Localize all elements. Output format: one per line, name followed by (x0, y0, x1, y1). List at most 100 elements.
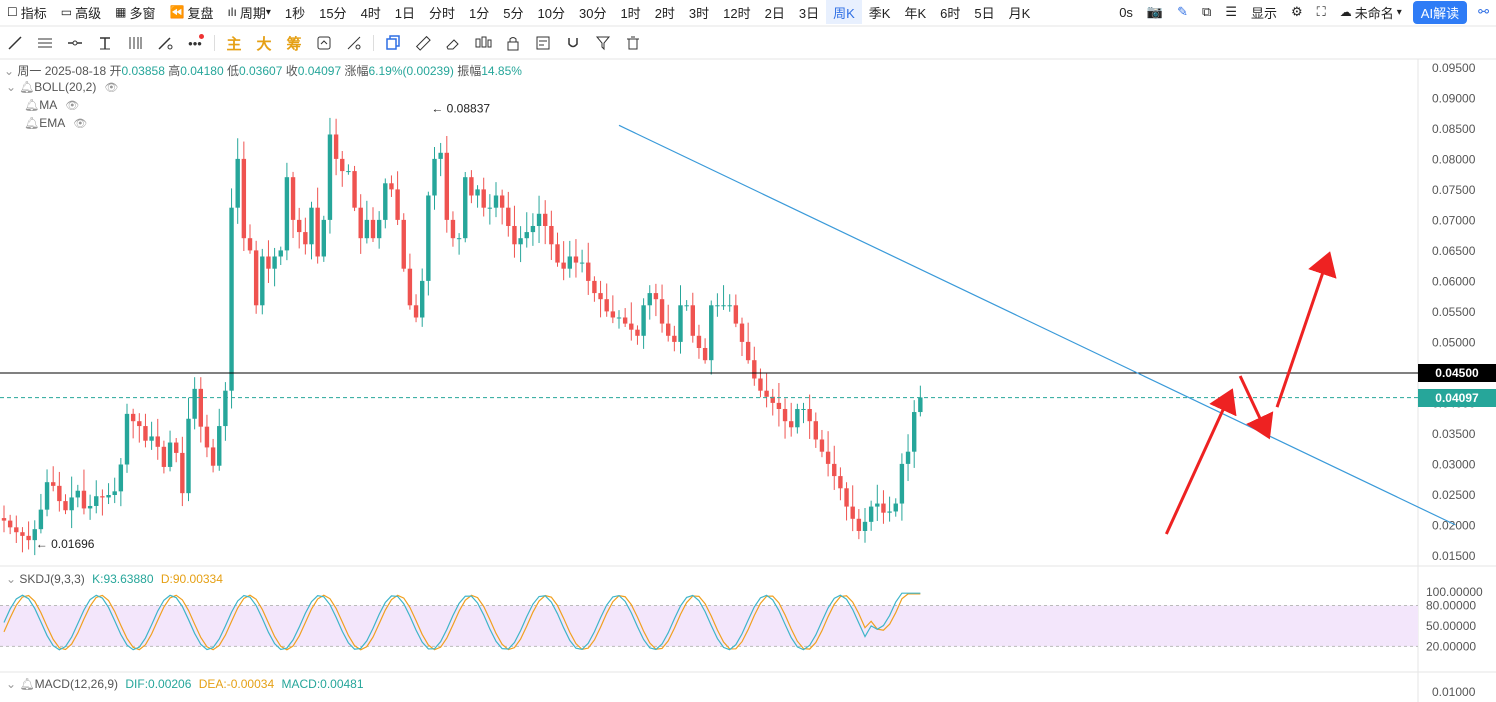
y-tick-label: 0.02500 (1432, 488, 1476, 502)
eye-icon[interactable]: 👁︎ (65, 99, 79, 112)
candle-body (303, 232, 308, 245)
y-tick-label: 0.07000 (1432, 214, 1476, 228)
candle-body (174, 442, 179, 453)
candle-body (567, 256, 572, 269)
macd-name: MACD(12,26,9) (34, 677, 119, 691)
y-tick-label: 0.02000 (1432, 519, 1476, 533)
collapse-icon[interactable]: ⌄ (4, 64, 14, 78)
candle-body (161, 446, 167, 467)
candle-body (346, 171, 351, 173)
candle-body (463, 177, 468, 239)
candle-body (7, 520, 13, 528)
candle-body (592, 280, 597, 294)
candle-body (167, 442, 173, 467)
high-value: 0.04180 (180, 64, 224, 78)
low-value: 0.03607 (238, 64, 283, 78)
indicator-boll[interactable]: ⌄ 🔔︎ BOLL(20,2) 👁︎ (6, 80, 118, 94)
indicator-ma[interactable]: 🔔︎ MA 👁︎ (24, 98, 79, 112)
candle-body (709, 305, 714, 361)
skdj-k-value: K:93.63880 (92, 572, 154, 586)
candle-body (315, 207, 320, 257)
indicator-name: EMA (39, 116, 66, 130)
candle-body (475, 189, 480, 196)
skdj-tick-label: 100.00000 (1426, 585, 1483, 599)
candle-body (666, 323, 671, 336)
candle-body (438, 152, 443, 159)
candle-body (186, 418, 191, 494)
y-tick-label: 0.01500 (1432, 549, 1476, 563)
y-tick-label: 0.06500 (1432, 244, 1476, 258)
candle-body (659, 299, 665, 324)
candle-body (210, 447, 216, 466)
collapse-icon[interactable]: ⌄ (6, 80, 16, 94)
collapse-icon[interactable]: ⌄ (6, 677, 16, 691)
candle-body (260, 256, 265, 306)
candle-body (340, 158, 345, 172)
skdj-tick-label: 80.00000 (1426, 598, 1476, 612)
candle-body (518, 238, 523, 245)
candle-body (629, 323, 634, 330)
collapse-icon[interactable]: ⌄ (6, 572, 16, 586)
candle-body (555, 244, 560, 263)
candle-body (149, 436, 154, 441)
bell-icon: 🔔︎ (19, 80, 35, 94)
candle-body (192, 388, 197, 419)
close-label: 收 (285, 64, 298, 78)
candle-body (309, 207, 314, 245)
candle-body (579, 262, 585, 264)
candle-body (512, 225, 517, 245)
candle-body (14, 527, 19, 533)
candle-body (493, 195, 499, 208)
candle-body (352, 171, 357, 208)
candle-body (63, 501, 68, 511)
candle-body (530, 225, 536, 233)
candle-body (702, 347, 708, 361)
bell-icon: 🔔︎ (19, 677, 35, 691)
candle-body (586, 262, 591, 281)
annotation-arrow (1164, 388, 1237, 535)
low-label: 低 (226, 64, 239, 78)
amplitude-label: 振幅 (457, 64, 482, 78)
candle-body (487, 207, 493, 209)
candle-body (395, 189, 400, 220)
candle-body (899, 463, 905, 504)
candle-body (389, 183, 394, 190)
candle-body (204, 426, 210, 448)
candle-body (795, 408, 800, 428)
candle-body (678, 305, 683, 342)
candle-body (832, 463, 837, 477)
y-tick-label: 0.05000 (1432, 336, 1476, 350)
candle-body (247, 238, 253, 251)
indicator-name: MA (39, 98, 58, 112)
eye-icon[interactable]: 👁︎ (104, 81, 118, 94)
candle-body (235, 158, 240, 208)
candle-body (81, 490, 87, 509)
eye-icon[interactable]: 👁︎ (73, 117, 87, 130)
bell-icon: 🔔︎ (24, 116, 40, 130)
candle-body (776, 402, 782, 409)
candle-body (696, 335, 702, 348)
hline-price-tag: 0.04500 (1418, 364, 1496, 382)
candle-body (653, 293, 659, 300)
candle-body (598, 293, 603, 300)
candle-body (499, 195, 505, 208)
open-value: 0.03858 (121, 64, 165, 78)
candle-body (364, 219, 370, 239)
candle-body (893, 503, 898, 512)
candle-body (290, 177, 296, 220)
indicator-ema[interactable]: 🔔︎ EMA 👁︎ (24, 116, 87, 130)
skdj-tick-label: 20.00000 (1426, 639, 1476, 653)
annotation-arrow (1238, 375, 1274, 440)
kline-chart[interactable]: 0.09500 0.09000 0.08500 0.08000 0.07500 0.070… (0, 0, 1496, 702)
y-tick-label: 0.08500 (1432, 122, 1476, 136)
candle-body (782, 408, 788, 422)
candle-body (137, 421, 142, 427)
candle-body (75, 490, 80, 498)
candle-body (130, 413, 136, 422)
macd-dif-value: DIF:0.00206 (125, 677, 192, 691)
candle-body (745, 341, 751, 361)
candle-body (881, 503, 886, 513)
candle-body (241, 158, 247, 239)
candle-body (635, 329, 640, 336)
candle-body (838, 476, 843, 489)
